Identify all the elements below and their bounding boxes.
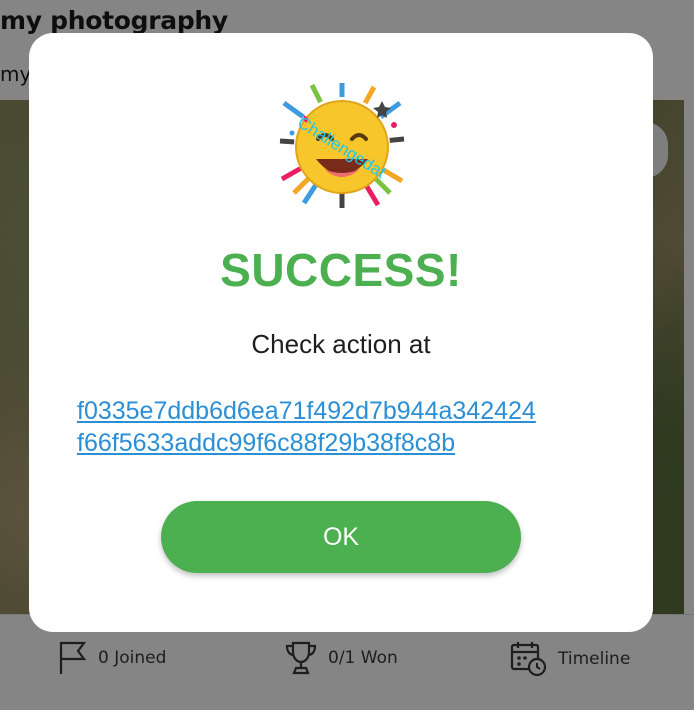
success-title: SUCCESS! — [220, 244, 462, 296]
celebration-emoji-icon: Challengedat — [278, 81, 406, 209]
transaction-hash-link[interactable]: f0335e7ddb6d6ea71f492d7b944a342424 f66f5… — [77, 395, 617, 459]
check-action-message: Check action at — [251, 329, 431, 359]
ok-button[interactable]: OK — [161, 501, 521, 573]
success-modal: Challengedat SUCCESS! Check action at f0… — [29, 33, 653, 632]
hash-line-1: f0335e7ddb6d6ea71f492d7b944a342424 — [77, 397, 536, 425]
hash-line-2: f66f5633addc99f6c88f29b38f8c8b — [77, 429, 456, 457]
